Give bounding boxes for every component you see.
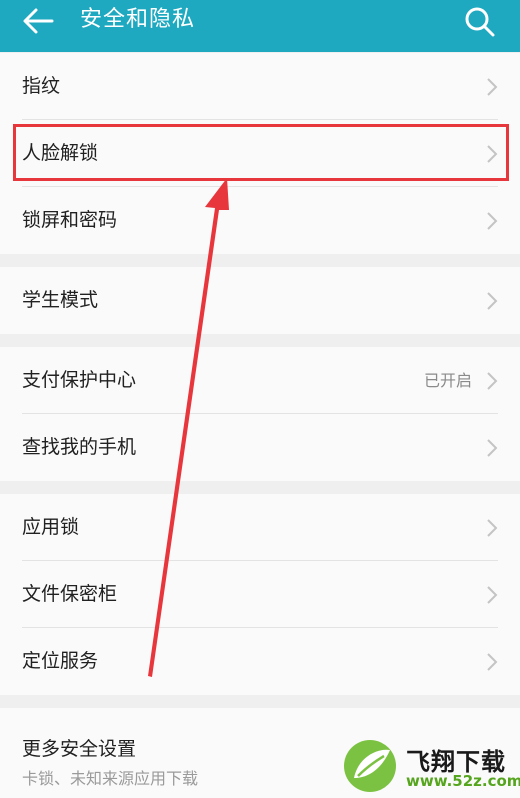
settings-item-subtitle: 卡锁、未知来源应用下载 [22,769,199,788]
settings-item-label: 文件保密柜 [22,583,118,605]
settings-item-label: 学生模式 [22,289,99,311]
settings-item-label: 支付保护中心 [22,369,137,391]
settings-item-label: 指纹 [22,75,61,97]
settings-group-payment: 支付保护中心 已开启 查找我的手机 [0,347,520,481]
settings-item-label: 应用锁 [22,516,80,538]
chevron-right-icon [487,372,498,390]
settings-item-fingerprint[interactable]: 指纹 [0,53,520,120]
chevron-right-icon [487,586,498,604]
settings-item-find-my-phone[interactable]: 查找我的手机 [0,414,520,481]
settings-group-privacy: 应用锁 文件保密柜 定位服务 [0,494,520,695]
chevron-right-icon [487,212,498,230]
settings-item-label: 定位服务 [22,650,99,672]
chevron-right-icon [487,292,498,310]
settings-item-location-services[interactable]: 定位服务 [0,628,520,695]
leaf-logo-icon [344,740,396,792]
chevron-right-icon [487,439,498,457]
settings-group-student: 学生模式 [0,267,520,334]
status-text: 已开启 [423,371,472,390]
chevron-right-icon [487,519,498,537]
search-icon[interactable] [462,4,498,38]
chevron-right-icon [487,78,498,96]
settings-item-label: 锁屏和密码 [22,209,118,231]
arrow-left-icon[interactable] [18,6,58,36]
watermark-url: www.52z.com [406,772,520,790]
watermark-logo: 飞翔下载 www.52z.com [336,738,520,798]
settings-item-label: 查找我的手机 [22,436,137,458]
page-title: 安全和隐私 [80,7,196,32]
settings-item-lockscreen-password[interactable]: 锁屏和密码 [0,187,520,254]
settings-item-app-lock[interactable]: 应用锁 [0,494,520,561]
highlight-box [13,124,509,181]
settings-item-label: 更多安全设置 [22,738,137,760]
app-bar: 安全和隐私 [0,0,520,52]
settings-item-file-safe[interactable]: 文件保密柜 [0,561,520,628]
settings-item-student-mode[interactable]: 学生模式 [0,267,520,334]
settings-item-payment-protection[interactable]: 支付保护中心 已开启 [0,347,520,414]
chevron-right-icon [487,653,498,671]
